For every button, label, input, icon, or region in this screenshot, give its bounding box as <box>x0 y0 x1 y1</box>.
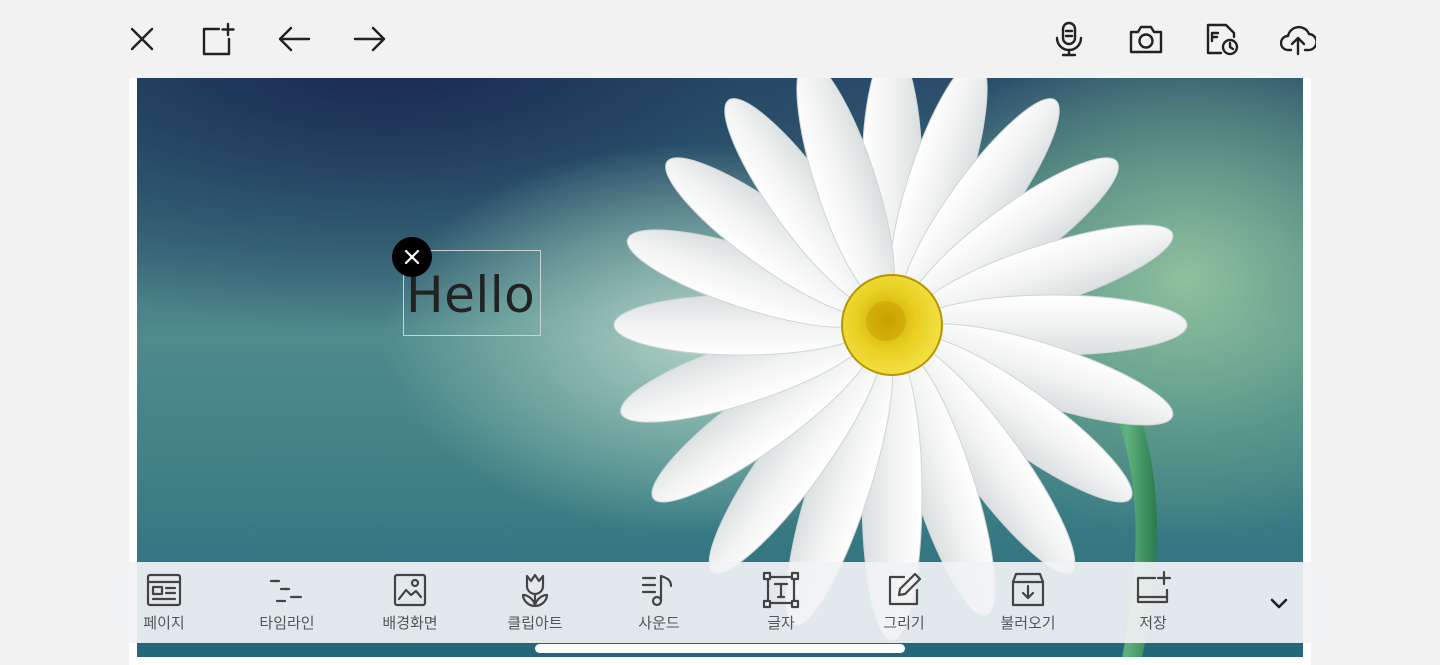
clipart-tulip-icon <box>521 573 549 608</box>
sound-icon <box>641 574 673 607</box>
toolbar-item-label: 페이지 <box>143 614 185 632</box>
undo-button[interactable] <box>272 17 316 61</box>
toolbar-item-label: 그리기 <box>883 614 925 632</box>
bottom-toolbar: 페이지 타임라인 배경화면 클립아트 사운드 글자 그리기 불러오기 저장 <box>114 562 1326 643</box>
toolbar-item-save[interactable]: 저장 <box>1103 570 1203 636</box>
close-icon <box>130 27 154 51</box>
camera-icon <box>1129 25 1163 54</box>
toolbar-item-timeline[interactable]: 타임라인 <box>237 570 337 636</box>
text-icon <box>762 571 800 609</box>
toolbar-item-clipart[interactable]: 클립아트 <box>485 570 585 636</box>
toolbar-item-import[interactable]: 불러오기 <box>978 570 1078 636</box>
text-object-content[interactable]: Hello <box>406 265 535 325</box>
toolbar-item-label: 글자 <box>767 614 795 632</box>
close-icon <box>404 249 420 265</box>
chevron-down-icon <box>1270 598 1288 609</box>
background-image-icon <box>393 573 427 607</box>
toolbar-item-label: 저장 <box>1139 614 1167 632</box>
toolbar-item-draw[interactable]: 그리기 <box>854 570 954 636</box>
redo-button[interactable] <box>348 17 392 61</box>
collapse-toolbar-button[interactable] <box>1261 586 1297 622</box>
import-icon <box>1011 572 1045 607</box>
toolbar-item-label: 타임라인 <box>259 614 315 632</box>
undo-icon <box>278 26 311 52</box>
history-file-icon <box>1206 23 1239 56</box>
toolbar-item-sound[interactable]: 사운드 <box>609 570 709 636</box>
toolbar-item-page[interactable]: 페이지 <box>114 570 214 636</box>
top-toolbar <box>0 0 1440 78</box>
history-button[interactable] <box>1200 17 1244 61</box>
cloud-upload-icon <box>1280 25 1316 56</box>
toolbar-item-label: 클립아트 <box>507 614 563 632</box>
close-button[interactable] <box>120 17 164 61</box>
redo-icon <box>353 26 386 52</box>
microphone-button[interactable] <box>1047 17 1091 61</box>
new-page-button[interactable] <box>195 17 239 61</box>
draw-icon <box>888 572 922 606</box>
page-layout-icon <box>146 573 182 607</box>
toolbar-item-label: 배경화면 <box>382 614 438 632</box>
upload-button[interactable] <box>1276 17 1320 61</box>
toolbar-item-background[interactable]: 배경화면 <box>360 570 460 636</box>
toolbar-item-label: 불러오기 <box>1000 614 1056 632</box>
horizontal-scrollbar-thumb[interactable] <box>535 644 905 653</box>
text-object-delete-button[interactable] <box>392 237 432 277</box>
toolbar-item-text[interactable]: 글자 <box>731 570 831 636</box>
timeline-icon <box>269 579 303 603</box>
save-page-icon <box>1136 570 1172 604</box>
toolbar-item-label: 사운드 <box>638 614 680 632</box>
camera-button[interactable] <box>1124 17 1168 61</box>
new-page-icon <box>202 22 235 56</box>
microphone-icon <box>1055 21 1083 57</box>
